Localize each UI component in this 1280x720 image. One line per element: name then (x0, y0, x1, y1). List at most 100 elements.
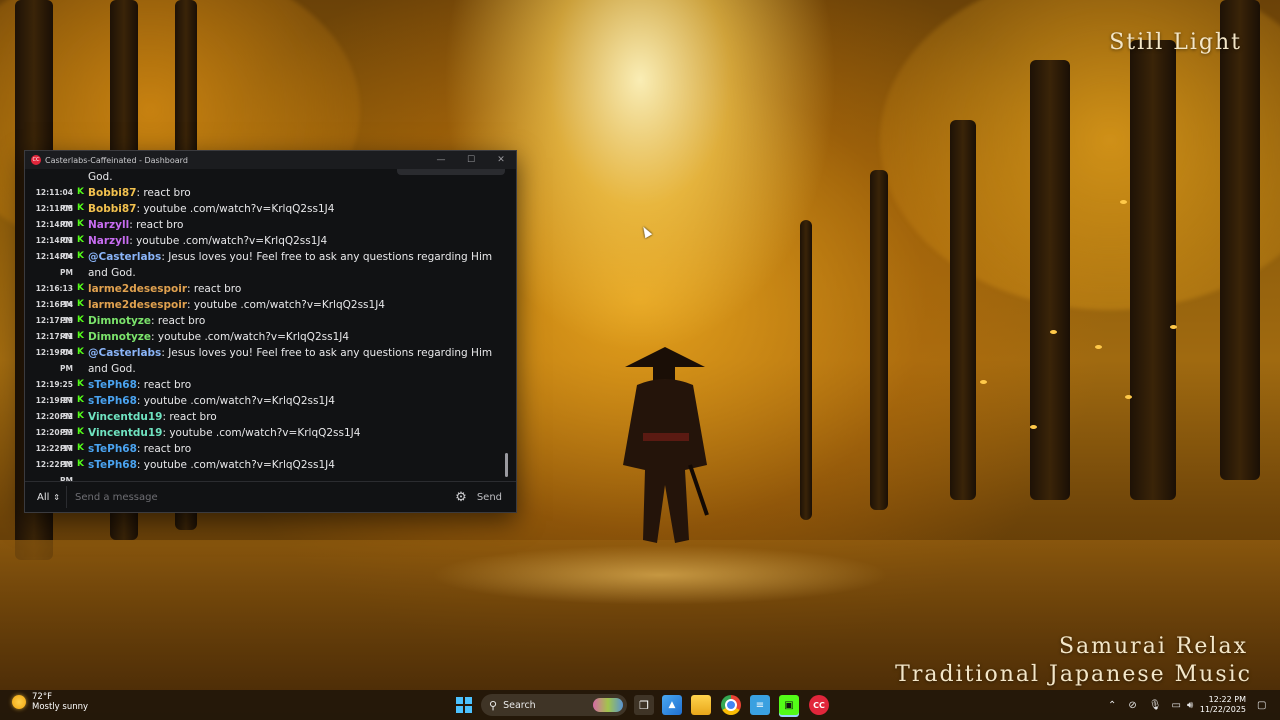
message-text: : react bro (187, 283, 242, 295)
message-username[interactable]: Narzyll (88, 219, 129, 231)
kick-icon: K (77, 187, 84, 197)
message-username[interactable]: Dimnotyze (88, 315, 151, 327)
message-text: : react bro (136, 187, 191, 199)
kick-icon: K (77, 331, 84, 341)
clock-date: 11/22/2025 (1199, 705, 1246, 714)
window-titlebar[interactable]: CC Casterlabs-Caffeinated - Dashboard — … (25, 151, 516, 169)
message-username[interactable]: @Casterlabs (88, 347, 161, 359)
kick-icon: K (77, 219, 84, 229)
message-username[interactable]: sTePh68 (88, 443, 137, 455)
message-text: : react bro (162, 411, 217, 423)
chat-message: 12:16:14 PM Klarme2desespoir: youtube .co… (25, 297, 498, 325)
network-icon[interactable]: ▭ (1171, 700, 1180, 711)
message-text: : youtube .com/watch?v=KrlqQ2ss1J4 (151, 331, 350, 343)
taskbar: 72°F Mostly sunny ⚲ Search ❐ ▲ ≡ ▣ CC ⌃ … (0, 690, 1280, 720)
send-button[interactable]: Send (477, 492, 502, 503)
chat-scrollbar-thumb[interactable] (505, 453, 508, 477)
message-text: : youtube .com/watch?v=KrlqQ2ss1J4 (187, 299, 385, 311)
chat-message-input[interactable] (67, 491, 456, 503)
close-button[interactable]: ✕ (486, 151, 516, 169)
message-text: : youtube .com/watch?v=KrlqQ2ss1J4 (136, 459, 335, 471)
kick-icon: K (77, 203, 84, 213)
chat-message: 12:19:25 PM KsTePh68: react bro (25, 377, 498, 405)
overlay-title-top: Still Light (1109, 30, 1242, 55)
weather-widget[interactable]: 72°F Mostly sunny (12, 692, 88, 712)
chevron-up-icon[interactable]: ⌃ (1108, 700, 1116, 711)
message-text: : youtube .com/watch?v=KrlqQ2ss1J4 (129, 235, 328, 247)
message-username[interactable]: Vincentdu19 (88, 411, 162, 423)
message-username[interactable]: sTePh68 (88, 395, 137, 407)
message-username[interactable]: sTePh68 (88, 459, 137, 471)
kick-icon: K (77, 315, 84, 325)
message-username[interactable]: sTePh68 (88, 379, 137, 391)
samurai-silhouette (623, 347, 709, 543)
chat-message: 12:22:17 PM KsTePh68: react bro (25, 441, 498, 469)
message-username[interactable]: Dimnotyze (88, 331, 151, 343)
message-username[interactable]: Bobbi87 (88, 203, 136, 215)
minimize-button[interactable]: — (426, 151, 456, 169)
file-explorer-icon[interactable] (691, 695, 711, 715)
kick-icon: K (77, 427, 84, 437)
chevron-updown-icon: ⇕ (53, 492, 60, 502)
taskbar-search-label: Search (503, 699, 536, 711)
message-username[interactable]: @Casterlabs (88, 251, 161, 263)
kick-icon: K (77, 251, 84, 261)
dashboard-window: CC Casterlabs-Caffeinated - Dashboard — … (24, 150, 517, 513)
notepad-icon[interactable]: ≡ (750, 695, 770, 715)
kick-icon: K (77, 347, 84, 357)
chat-message: 12:16:13 PM Klarme2desespoir: react bro (25, 281, 498, 309)
search-highlight-art (593, 698, 623, 712)
chat-message: 12:20:53 PM K Vincentdu19: youtube .com/wa… (25, 425, 498, 453)
photos-app-icon[interactable]: ▲ (662, 695, 682, 715)
message-text: : react bro (151, 315, 206, 327)
message-text: : youtube .com/watch?v=KrlqQ2ss1J4 (162, 427, 361, 439)
kick-app-icon[interactable]: ▣ (779, 695, 799, 715)
chrome-browser-icon[interactable] (721, 695, 741, 715)
platform-filter-select[interactable]: All ⇕ (31, 486, 67, 508)
hidden-app-icon[interactable]: ⊘ (1128, 700, 1136, 711)
gear-icon[interactable]: ⚙ (455, 490, 467, 505)
chat-message: 12:17:41 PM K Dimnotyze: youtube .com/watc… (25, 329, 498, 357)
search-icon: ⚲ (489, 698, 498, 712)
chat-message: 12:14:01 PM K Narzyll: youtube .com/watch?… (25, 233, 498, 261)
chat-message: 12:11:04 PM K Bobbi87: react bro (25, 185, 498, 213)
message-username[interactable]: larme2desespoir (88, 283, 187, 295)
maximize-button[interactable]: ☐ (456, 151, 486, 169)
message-text: : react bro (129, 219, 184, 231)
notification-center: ▢ (1257, 690, 1266, 720)
chat-message: 12:17:39 PM K Dimnotyze: react bro (25, 313, 498, 341)
message-text: God. (88, 171, 113, 183)
kick-icon: K (77, 443, 84, 453)
microphone-icon[interactable]: 🎙︎ (1149, 700, 1162, 711)
message-timestamp: 12:22:18 PM (35, 460, 73, 481)
casterlabs-app-icon: CC (31, 155, 41, 165)
chat-message: 12:19:27 PM KsTePh68: youtube .com/watch?… (25, 393, 498, 421)
kick-icon: K (77, 411, 84, 421)
chat-message: 12:19:04 PM K @Casterlabs: Jesus loves you… (25, 345, 498, 377)
chat-message: 12:11:05 PM K Bobbi87: youtube .com/watch?… (25, 201, 498, 229)
chat-message-list[interactable]: God. 12:11:04 PM K Bobbi87: react bro 12:11:… (25, 169, 516, 481)
weather-description: Mostly sunny (32, 702, 89, 712)
message-username[interactable]: larme2desespoir (88, 299, 187, 311)
message-username[interactable]: Bobbi87 (88, 187, 136, 199)
message-text: : youtube .com/watch?v=KrlqQ2ss1J4 (136, 203, 335, 215)
taskbar-search[interactable]: ⚲ Search (481, 694, 627, 716)
window-title: Casterlabs-Caffeinated - Dashboard (45, 155, 188, 165)
chat-message: God. (25, 169, 498, 185)
clock-time: 12:22 PM (1208, 695, 1246, 704)
message-username[interactable]: Vincentdu19 (88, 427, 162, 439)
sunny-weather-icon (12, 695, 26, 709)
weather-temperature: 72°F (32, 692, 52, 702)
task-view-icon[interactable]: ❐ (634, 695, 654, 715)
notification-bell-icon[interactable]: ▢ (1257, 700, 1266, 711)
message-username[interactable]: Narzyll (88, 235, 129, 247)
start-windows-icon[interactable] (454, 695, 474, 715)
kick-icon: K (77, 299, 84, 309)
chat-message: 12:22:18 PM KsTePh68: youtube .com/watch?… (25, 457, 498, 481)
kick-icon: K (77, 395, 84, 405)
taskbar-clock[interactable]: 12:22 PM 11/22/2025 (1200, 695, 1246, 715)
chat-input-bar: All ⇕ ⚙ Send (25, 481, 516, 512)
system-tray: ⌃ ⊘ 🎙︎ ▭ 🔊︎ (1108, 690, 1193, 720)
volume-icon[interactable]: 🔊︎ (1187, 700, 1193, 711)
casterlabs-taskbar-icon[interactable]: CC (809, 695, 829, 715)
